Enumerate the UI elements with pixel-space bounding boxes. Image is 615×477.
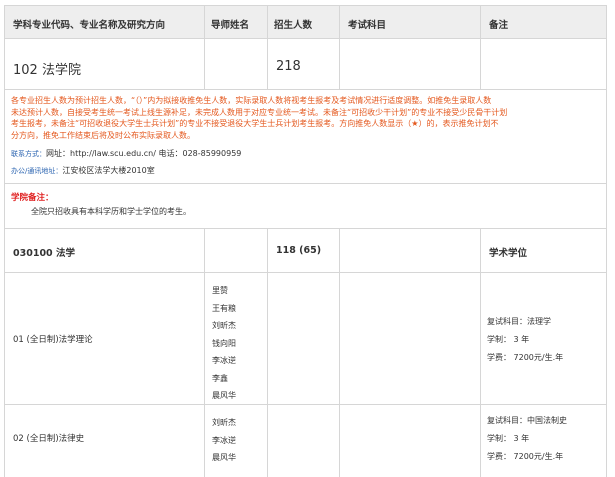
- header-major: 学科专业代码、专业名称及研究方向: [13, 20, 166, 31]
- school-name: 102 法学院: [13, 63, 81, 78]
- school-quota: 218: [276, 59, 301, 74]
- direction-info: 复试科目：中国法制史 学制： 3 年 学费： 7200元/生.年: [487, 416, 567, 461]
- header-tutor: 导师姓名: [211, 20, 250, 31]
- header-remark: 备注: [489, 20, 509, 31]
- remark-title: 学院备注：: [11, 193, 54, 203]
- table-header: 学科专业代码、专业名称及研究方向 导师姓名 招生人数 考试科目 备注: [4, 5, 607, 39]
- office-address: 办公/通讯地址：江安校区法学大楼2010室: [11, 166, 155, 175]
- catalog-table: 学科专业代码、专业名称及研究方向 导师姓名 招生人数 考试科目 备注 102 法…: [4, 5, 607, 477]
- major-name: 030100 法学: [13, 248, 75, 259]
- header-quota: 招生人数: [274, 20, 313, 31]
- major-degree: 学术学位: [489, 248, 528, 259]
- major-quota: 118 (65): [276, 245, 322, 256]
- tutor-list: 刘昕杰 李冰逆 晨风华: [212, 418, 236, 462]
- major-row: 030100 法学 118 (65) 学术学位: [4, 229, 607, 273]
- college-remark: 学院备注： 全院只招收具有本科学历和学士学位的考生。: [4, 184, 607, 229]
- header-exam: 考试科目: [348, 20, 387, 31]
- remark-text: 全院只招收具有本科学历和学士学位的考生。: [31, 207, 191, 216]
- notice-text: 各专业招生人数为预计招生人数，“（）”内为拟接收推免生人数，实际录取人数将视考生…: [11, 96, 508, 140]
- direction-info: 复试科目：法理学 学制： 3 年 学费： 7200元/生.年: [487, 317, 564, 362]
- table-row: 02 (全日制)法律史 刘昕杰 李冰逆 晨风华 复试科目：中国法制史 学制： 3…: [4, 405, 607, 477]
- phone-number: 028-85990959: [182, 149, 242, 158]
- tutor-list: 里赞 王有粮 刘昕杰 钱向阳 李冰逆 李鑫 晨风华: [212, 286, 236, 400]
- direction-name: 02 (全日制)法律史: [13, 434, 85, 444]
- website-link[interactable]: http://law.scu.edu.cn/: [70, 149, 156, 158]
- contact-info: 联系方式：网址：http://law.scu.edu.cn/ 电话：028-85…: [11, 149, 242, 158]
- school-row: 102 法学院 218: [4, 39, 607, 90]
- direction-name: 01 (全日制)法学理论: [13, 335, 93, 345]
- admission-notice: 各专业招生人数为预计招生人数，“（）”内为拟接收推免生人数，实际录取人数将视考生…: [4, 90, 607, 184]
- table-row: 01 (全日制)法学理论 里赞 王有粮 刘昕杰 钱向阳 李冰逆 李鑫 晨风华 复…: [4, 273, 607, 405]
